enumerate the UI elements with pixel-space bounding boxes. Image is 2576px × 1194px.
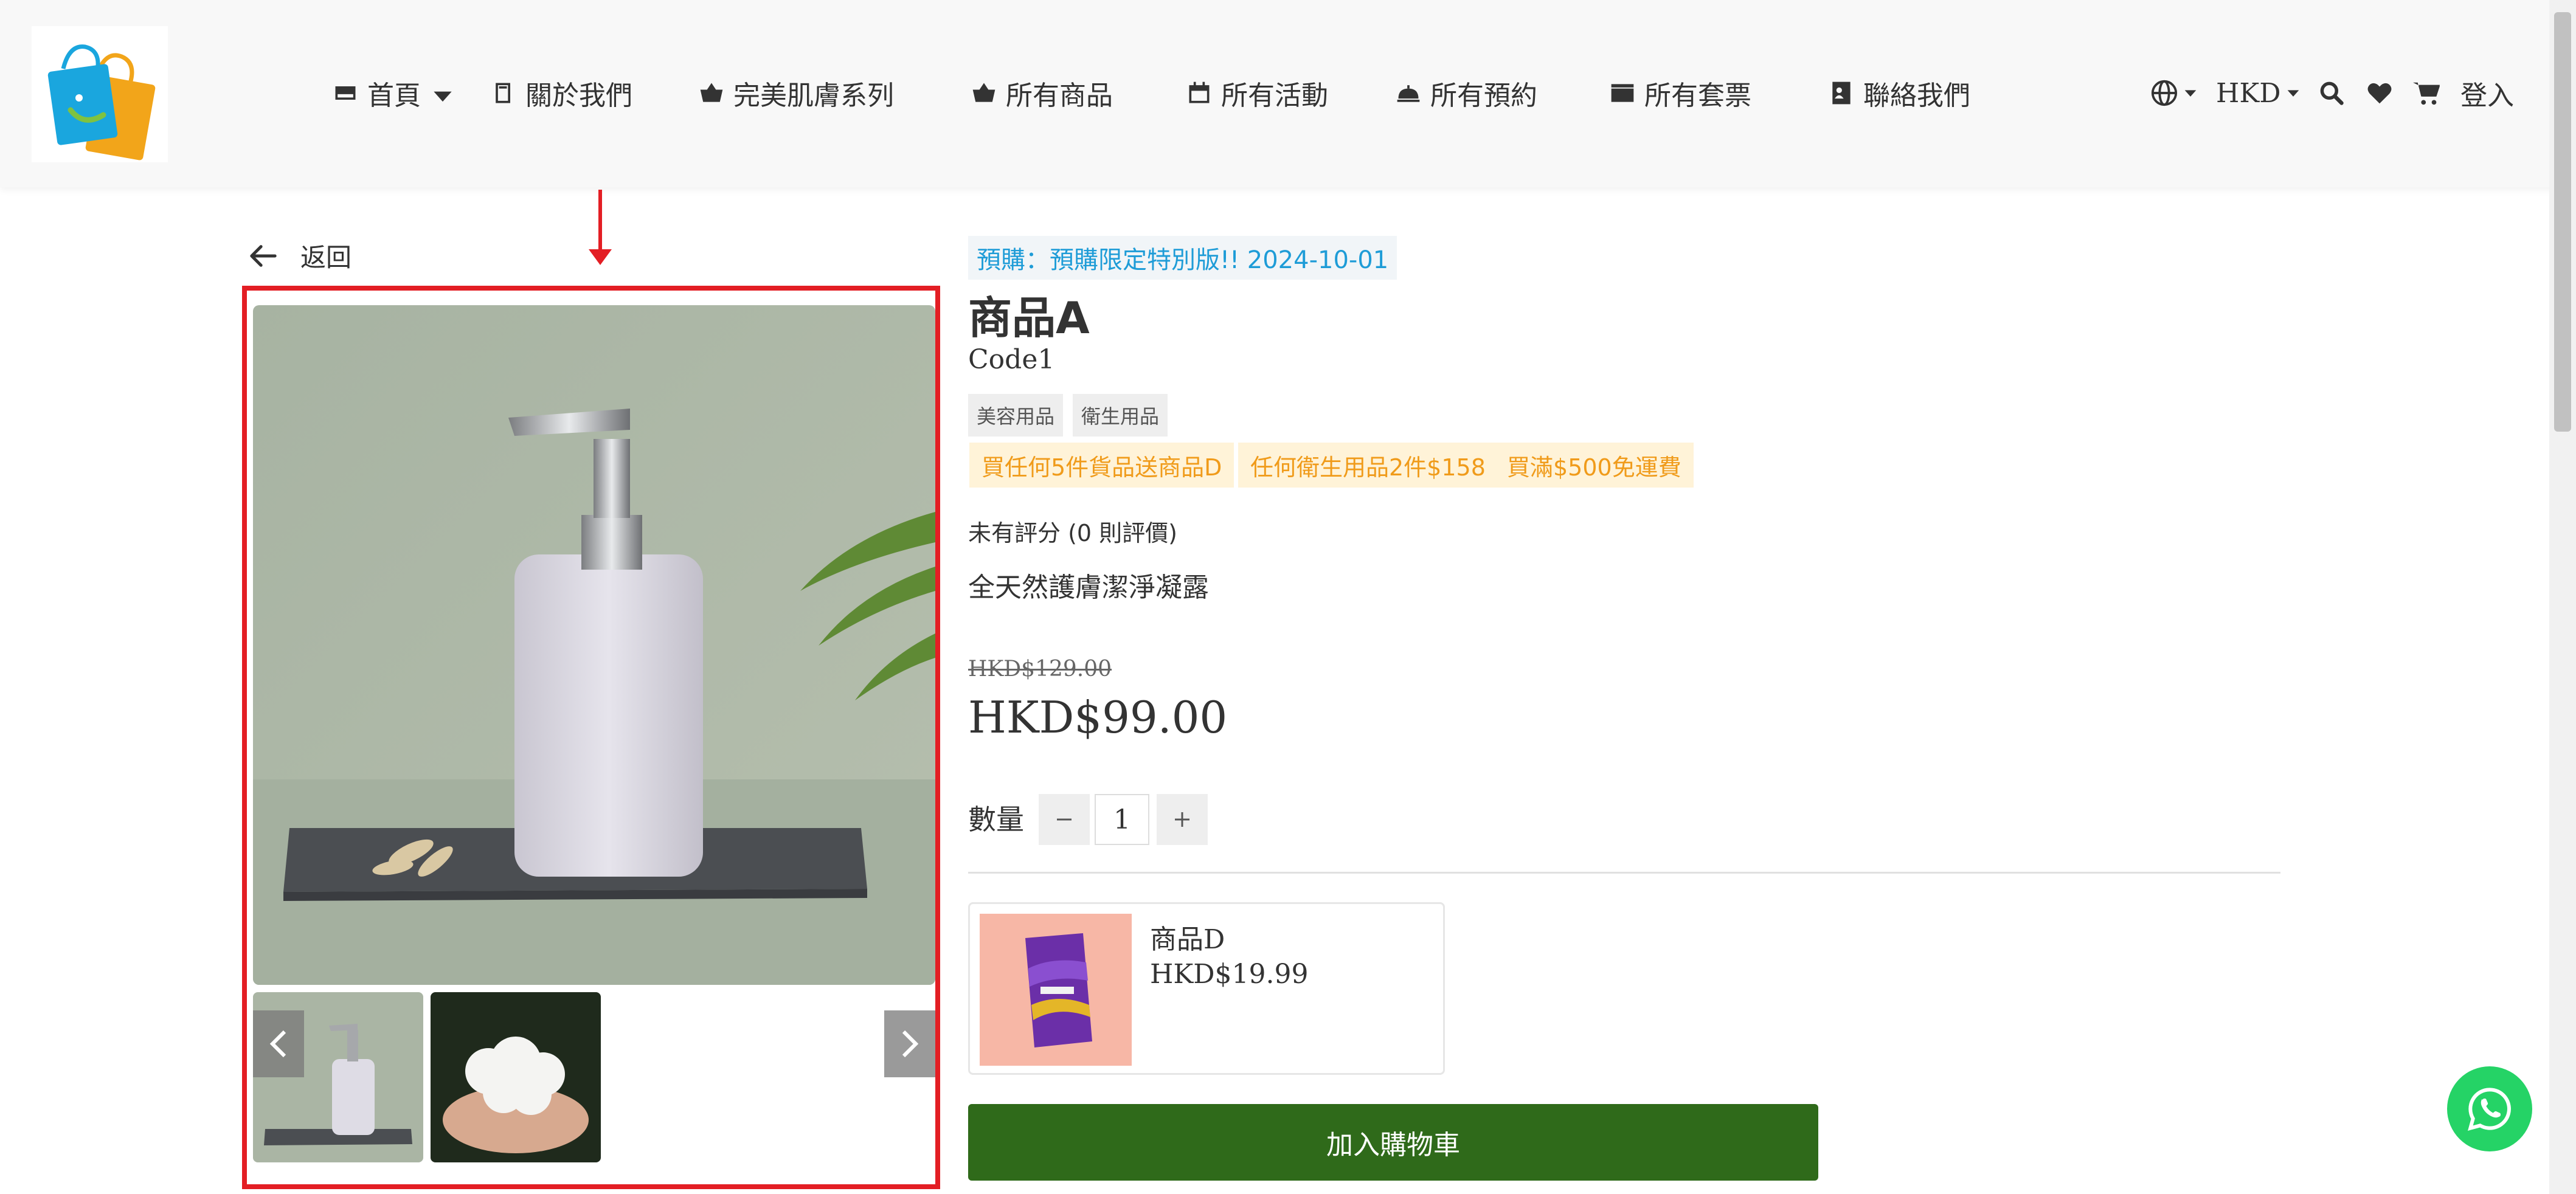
search-button[interactable] (2318, 72, 2345, 114)
nav-all-products-label: 所有商品 (1006, 80, 1113, 111)
product-title: 商品A (968, 292, 1090, 343)
promotion-badge[interactable]: 買任何5件貨品送商品D (969, 443, 1234, 488)
contact-card-icon (1832, 81, 1851, 105)
nav-all-packages-label: 所有套票 (1644, 80, 1751, 111)
caret-down-icon (434, 91, 452, 102)
bell-icon (1397, 85, 1420, 102)
plus-icon (1175, 812, 1189, 827)
nav-home-label: 首頁 (367, 80, 421, 111)
hdd-icon (335, 86, 356, 100)
add-to-cart-button[interactable]: 加入購物車 (968, 1104, 1818, 1181)
scrollbar-thumb[interactable] (2554, 12, 2571, 432)
category-tag[interactable]: 美容用品 (968, 394, 1064, 437)
basket-icon (972, 83, 995, 102)
nav-all-events-label: 所有活動 (1221, 80, 1328, 111)
gift-product-price: HKD$19.99 (1150, 959, 1309, 990)
thumbnail-cotton[interactable] (431, 992, 601, 1162)
product-code: Code1 (968, 344, 1055, 375)
whatsapp-icon (2468, 1088, 2511, 1131)
calendar-icon (1189, 81, 1210, 103)
whatsapp-chat-button[interactable] (2447, 1066, 2532, 1151)
nav-all-bookings-label: 所有預約 (1430, 80, 1537, 111)
back-label: 返回 (300, 243, 352, 272)
thumbnail-cotton-image (431, 992, 601, 1162)
promotion-badge[interactable]: 任何衛生用品2件$158 (1238, 443, 1498, 488)
cart-icon (2413, 82, 2440, 105)
login-label: 登入 (2460, 80, 2514, 111)
basket-icon (700, 83, 723, 102)
page-scrollbar[interactable] (2549, 0, 2576, 1194)
thumbnail-next-button[interactable] (884, 1010, 935, 1077)
shopping-bags-logo-icon (47, 44, 156, 160)
nav-home[interactable]: 首頁 (332, 72, 456, 114)
promotion-badge[interactable]: 買滿$500免運費 (1495, 443, 1694, 488)
nav-all-products[interactable]: 所有商品 (971, 72, 1113, 114)
ticket-icon (1611, 84, 1634, 102)
gift-product-name: 商品D (1150, 924, 1225, 955)
original-price: HKD$129.00 (968, 657, 1112, 682)
quantity-decrease-button[interactable] (1039, 794, 1090, 845)
language-selector[interactable] (2150, 72, 2199, 114)
quantity-label: 數量 (968, 803, 1024, 836)
quantity-increase-button[interactable] (1157, 794, 1208, 845)
rating-summary[interactable]: 未有評分 (0 則評價) (968, 514, 1177, 548)
nav-about-label: 關於我們 (525, 80, 632, 111)
preorder-badge: 預購：預購限定特別版!! 2024-10-01 (968, 236, 1397, 280)
heart-icon (2367, 83, 2392, 104)
site-logo[interactable] (32, 26, 168, 162)
product-description: 全天然護膚潔淨凝露 (968, 572, 1209, 603)
nav-perfect-skin-series[interactable]: 完美肌膚系列 (698, 72, 894, 114)
gift-product-card[interactable]: 商品D HKD$19.99 (968, 902, 1445, 1075)
section-divider (968, 872, 2280, 874)
minus-icon (1057, 818, 1072, 821)
arrow-left-icon (250, 244, 277, 267)
site-header: 首頁 關於我們 完美肌膚系列 所有商品 所有活動 所有預約 所有套票 聯絡我們 … (0, 0, 2576, 187)
chevron-right-icon (902, 1030, 919, 1058)
annotation-arrow-head (589, 249, 612, 265)
thumbnail-prev-button[interactable] (253, 1010, 304, 1077)
globe-icon (2151, 80, 2178, 106)
currency-selector[interactable]: HKD (2216, 72, 2302, 114)
quantity-input[interactable] (1095, 794, 1149, 845)
book-icon (496, 83, 510, 103)
back-link[interactable]: 返回 (249, 237, 351, 274)
soap-dispenser-photo (253, 305, 935, 985)
caret-down-icon (2287, 90, 2299, 97)
nav-all-packages[interactable]: 所有套票 (1609, 72, 1751, 114)
caret-down-icon (2184, 90, 2197, 97)
chevron-left-icon (269, 1030, 286, 1058)
currency-label: HKD (2216, 77, 2281, 109)
gift-product-image (980, 914, 1132, 1066)
nav-perfect-skin-label: 完美肌膚系列 (733, 80, 894, 111)
nav-contact-us[interactable]: 聯絡我們 (1828, 72, 1970, 114)
nav-contact-us-label: 聯絡我們 (1863, 80, 1970, 111)
nav-all-bookings[interactable]: 所有預約 (1395, 72, 1537, 114)
category-tag[interactable]: 衛生用品 (1073, 394, 1168, 437)
login-link[interactable]: 登入 (2460, 72, 2514, 114)
nav-all-events[interactable]: 所有活動 (1186, 72, 1328, 114)
current-price: HKD$99.00 (968, 692, 1228, 743)
main-product-image[interactable] (253, 305, 935, 985)
nav-about[interactable]: 關於我們 (490, 72, 632, 114)
wishlist-button[interactable] (2366, 72, 2394, 114)
annotation-arrow (598, 190, 602, 257)
search-icon (2320, 81, 2344, 105)
cart-button[interactable] (2412, 72, 2442, 114)
snack-bag-image (980, 914, 1132, 1066)
